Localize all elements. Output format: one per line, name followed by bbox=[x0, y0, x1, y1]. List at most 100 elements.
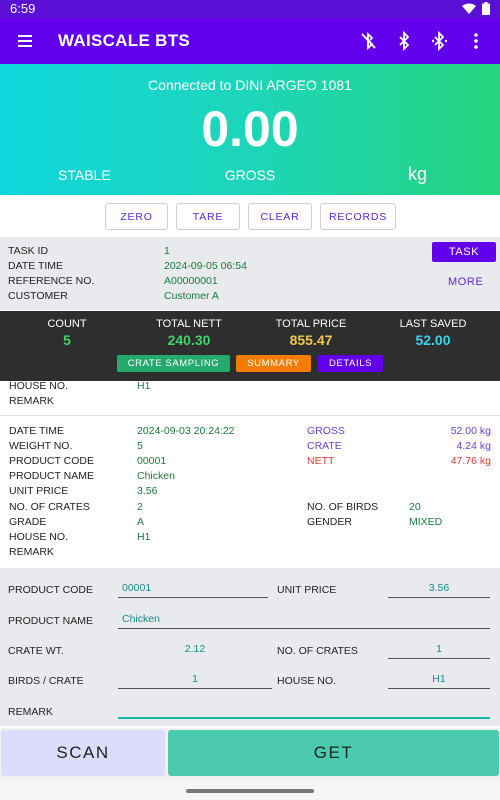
unit-price-field[interactable]: 3.56 bbox=[388, 582, 490, 598]
system-nav-bar bbox=[0, 780, 500, 800]
form-birds-per-crate-label: BIRDS / CRATE bbox=[8, 675, 84, 687]
summary-button[interactable]: SUMMARY bbox=[236, 355, 311, 372]
entry-form: PRODUCT CODE 00001 UNIT PRICE 3.56 PRODU… bbox=[0, 568, 500, 726]
task-id-value: 1 bbox=[164, 245, 170, 257]
bluetooth-searching-icon[interactable] bbox=[430, 30, 450, 52]
total-price-stat: TOTAL PRICE 855.47 bbox=[261, 318, 361, 348]
task-button[interactable]: TASK bbox=[432, 242, 496, 262]
house-label: HOUSE NO. bbox=[9, 531, 68, 543]
remark-label: REMARK bbox=[9, 546, 54, 558]
gender-value: MIXED bbox=[409, 516, 443, 528]
bluetooth-disabled-icon[interactable] bbox=[358, 30, 378, 52]
total-price-value: 855.47 bbox=[289, 332, 333, 348]
total-nett-label: TOTAL NETT bbox=[156, 318, 222, 330]
get-button[interactable]: GET bbox=[168, 730, 499, 776]
last-saved-stat: LAST SAVED 52.00 bbox=[383, 318, 483, 348]
menu-icon[interactable] bbox=[16, 31, 36, 51]
task-row: CUSTOMER Customer A bbox=[8, 290, 428, 305]
bottom-actions: SCAN GET bbox=[0, 728, 500, 780]
more-button[interactable]: MORE bbox=[448, 276, 483, 288]
previous-record: HOUSE NO. H1 REMARK bbox=[0, 380, 500, 415]
unit-price-label: UNIT PRICE bbox=[9, 485, 69, 497]
zero-button[interactable]: ZERO bbox=[105, 203, 168, 230]
prev-remark-label: REMARK bbox=[9, 395, 54, 407]
form-product-name-label: PRODUCT NAME bbox=[8, 615, 93, 627]
task-row: TASK ID 1 bbox=[8, 245, 428, 260]
house-value: H1 bbox=[137, 531, 151, 543]
crate-value: 4.24 kg bbox=[456, 440, 491, 452]
form-crate-wt-label: CRATE WT. bbox=[8, 645, 64, 657]
customer-label: CUSTOMER bbox=[8, 290, 68, 302]
scan-button[interactable]: SCAN bbox=[1, 730, 165, 776]
tare-button[interactable]: TARE bbox=[176, 203, 240, 230]
form-crates-label: NO. OF CRATES bbox=[277, 645, 358, 657]
last-saved-value: 52.00 bbox=[415, 332, 451, 348]
nett-label: NETT bbox=[307, 455, 335, 467]
count-stat: COUNT 5 bbox=[17, 318, 117, 348]
record-card: DATE TIME 2024-09-03 20:24:22 GROSS 52.0… bbox=[0, 416, 500, 566]
gender-label: GENDER bbox=[307, 516, 352, 528]
birds-value: 20 bbox=[409, 501, 421, 513]
crates-label: NO. OF CRATES bbox=[9, 501, 90, 513]
weight-unit: kg bbox=[408, 164, 428, 184]
task-row: REFERENCE NO. A00000001 bbox=[8, 275, 428, 290]
total-nett-value: 240.30 bbox=[167, 332, 211, 348]
app-bar: WAISCALE BTS bbox=[0, 18, 500, 64]
reference-no-value: A00000001 bbox=[164, 275, 218, 287]
summary-panel: COUNT 5 TOTAL NETT 240.30 TOTAL PRICE 85… bbox=[0, 311, 500, 381]
details-button[interactable]: DETAILS bbox=[318, 355, 383, 372]
crate-sampling-button[interactable]: CRATE SAMPLING bbox=[117, 355, 230, 372]
form-house-label: HOUSE NO. bbox=[277, 675, 336, 687]
records-button[interactable]: RECORDS bbox=[320, 203, 396, 230]
task-datetime-label: DATE TIME bbox=[8, 260, 64, 272]
product-code-field[interactable]: 00001 bbox=[118, 582, 268, 598]
gross-label: GROSS bbox=[307, 425, 345, 437]
crates-field[interactable]: 1 bbox=[388, 643, 490, 659]
grade-label: GRADE bbox=[9, 516, 47, 528]
task-id-label: TASK ID bbox=[8, 245, 49, 257]
count-value: 5 bbox=[63, 332, 71, 348]
crate-weight-field[interactable]: 2.12 bbox=[118, 643, 272, 659]
last-saved-label: LAST SAVED bbox=[399, 318, 467, 330]
status-bar: 6:59 bbox=[0, 0, 500, 18]
app-title: WAISCALE BTS bbox=[58, 31, 191, 50]
datetime-label: DATE TIME bbox=[9, 425, 65, 437]
nett-value: 47.76 kg bbox=[450, 455, 491, 467]
form-product-code-label: PRODUCT CODE bbox=[8, 584, 93, 596]
birds-label: NO. OF BIRDS bbox=[307, 501, 379, 513]
crate-label: CRATE bbox=[307, 440, 342, 452]
remark-field[interactable] bbox=[118, 703, 490, 719]
grade-value: A bbox=[137, 516, 145, 528]
datetime-value: 2024-09-03 20:24:22 bbox=[137, 425, 235, 437]
gross-value: 52.00 kg bbox=[450, 425, 491, 437]
weight-no-value: 5 bbox=[137, 440, 143, 452]
form-remark-label: REMARK bbox=[8, 706, 53, 718]
battery-icon bbox=[482, 2, 490, 18]
product-name-label: PRODUCT NAME bbox=[9, 470, 94, 482]
product-code-label: PRODUCT CODE bbox=[9, 455, 94, 467]
crates-value: 2 bbox=[137, 501, 143, 513]
prev-house-value: H1 bbox=[137, 380, 151, 392]
unit-price-value: 3.56 bbox=[137, 485, 158, 497]
form-unit-price-label: UNIT PRICE bbox=[277, 584, 337, 596]
total-price-label: TOTAL PRICE bbox=[275, 318, 347, 330]
bluetooth-icon[interactable] bbox=[394, 30, 414, 52]
product-code-value: 00001 bbox=[137, 455, 167, 467]
prev-house-label: HOUSE NO. bbox=[9, 380, 68, 392]
wifi-icon bbox=[462, 3, 476, 18]
connection-status: Connected to DINI ARGEO 1081 bbox=[148, 77, 352, 93]
total-nett-stat: TOTAL NETT 240.30 bbox=[139, 318, 239, 348]
home-gesture-handle[interactable] bbox=[186, 789, 314, 793]
product-name-value: Chicken bbox=[137, 470, 175, 482]
product-name-field[interactable]: Chicken bbox=[118, 613, 490, 629]
task-datetime-value: 2024-09-05 06:54 bbox=[164, 260, 247, 272]
task-info-panel: TASK ID 1 DATE TIME 2024-09-05 06:54 REF… bbox=[0, 237, 500, 310]
weight-no-label: WEIGHT NO. bbox=[9, 440, 73, 452]
status-time: 6:59 bbox=[10, 1, 36, 16]
clear-button[interactable]: CLEAR bbox=[248, 203, 312, 230]
house-field[interactable]: H1 bbox=[388, 673, 490, 689]
customer-value: Customer A bbox=[164, 290, 219, 302]
task-row: DATE TIME 2024-09-05 06:54 bbox=[8, 260, 428, 275]
birds-per-crate-field[interactable]: 1 bbox=[118, 673, 272, 689]
more-vert-icon[interactable] bbox=[466, 30, 486, 52]
